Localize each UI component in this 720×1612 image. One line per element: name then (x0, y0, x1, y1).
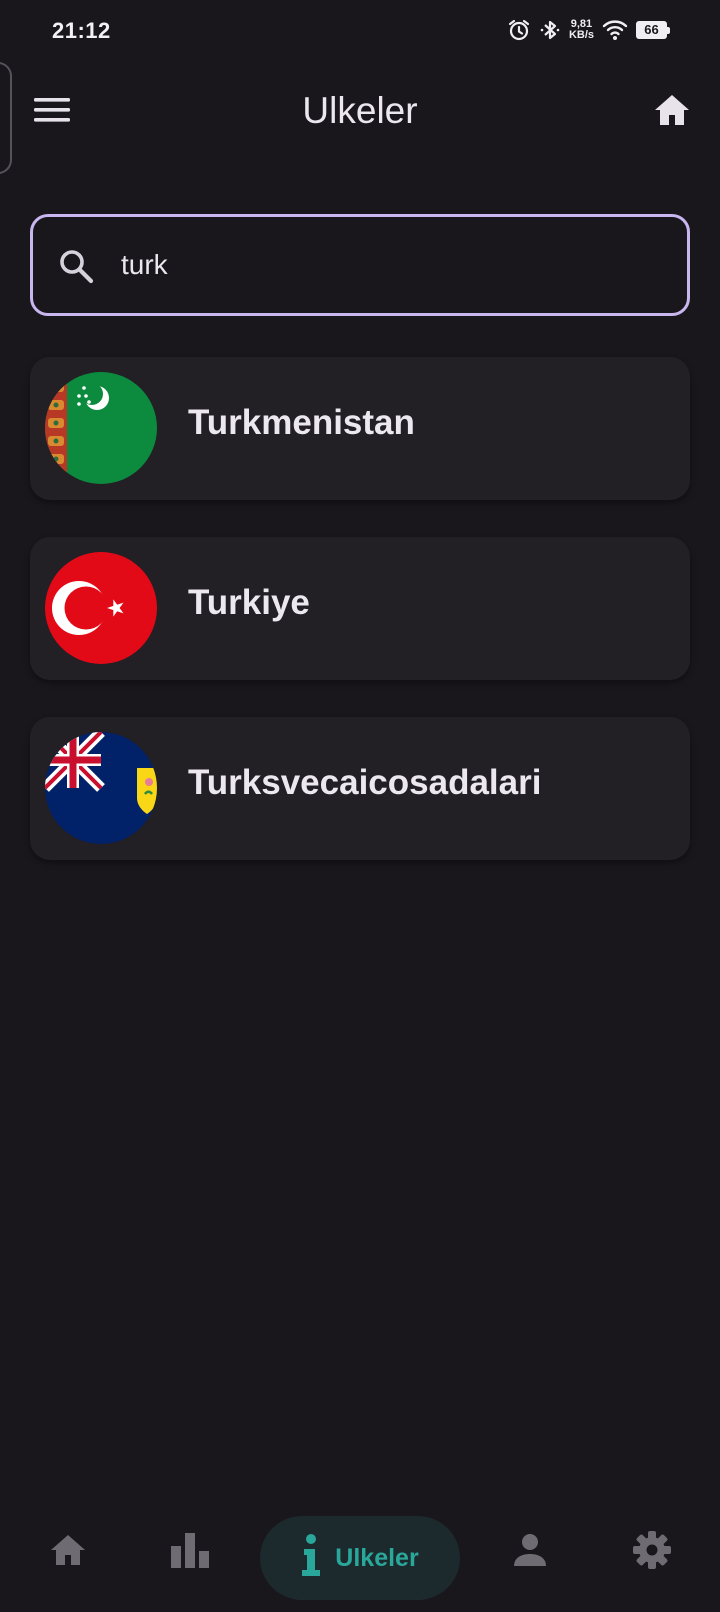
battery-level: 66 (644, 22, 659, 37)
wifi-icon (602, 19, 628, 41)
nav-countries-label: Ulkeler (335, 1543, 419, 1572)
network-speed: 9,81 KB/s (569, 19, 594, 41)
person-icon (513, 1533, 547, 1572)
nav-statistics[interactable] (156, 1510, 224, 1594)
country-name: Turkmenistan (188, 403, 415, 442)
gear-icon (633, 1530, 671, 1574)
home-icon (49, 1533, 87, 1572)
status-time: 21:12 (52, 18, 111, 43)
country-name: Turkiye (188, 583, 310, 622)
network-speed-unit: KB/s (568, 29, 594, 41)
alarm-icon (507, 18, 531, 42)
bottom-navigation: Ulkeler (0, 1510, 720, 1610)
home-icon (653, 93, 691, 132)
country-card-turkiye[interactable]: Turkiye (30, 537, 690, 680)
battery-icon: 66 (636, 21, 670, 39)
country-card-turkmenistan[interactable]: Turkmenistan (30, 357, 690, 500)
country-name: Turksvecaicosadalari (188, 763, 542, 802)
app-bar: Ulkeler (0, 76, 720, 148)
turks-and-caicos-flag (45, 732, 157, 844)
turkiye-flag (45, 552, 157, 664)
search-icon (57, 247, 95, 290)
page-title: Ulkeler (302, 90, 418, 131)
home-button[interactable] (648, 88, 696, 136)
search-field[interactable] (30, 214, 690, 316)
nav-home[interactable] (34, 1510, 102, 1594)
nav-settings[interactable] (618, 1510, 686, 1594)
country-card-turks-and-caicos[interactable]: Turksvecaicosadalari (30, 717, 690, 860)
status-icons: 9,81 KB/s 66 (507, 16, 670, 44)
bar-chart-icon (170, 1532, 210, 1573)
country-list: Turkmenistan Turkiye Turksvecaicosadalar… (30, 357, 690, 897)
nav-countries[interactable]: Ulkeler (260, 1516, 460, 1600)
info-icon (301, 1533, 321, 1583)
status-bar: 21:12 9,81 KB/s 66 (0, 0, 720, 60)
nav-profile[interactable] (496, 1510, 564, 1594)
search-input[interactable] (121, 239, 661, 291)
turkmenistan-flag (45, 372, 157, 484)
bluetooth-icon (539, 18, 561, 42)
